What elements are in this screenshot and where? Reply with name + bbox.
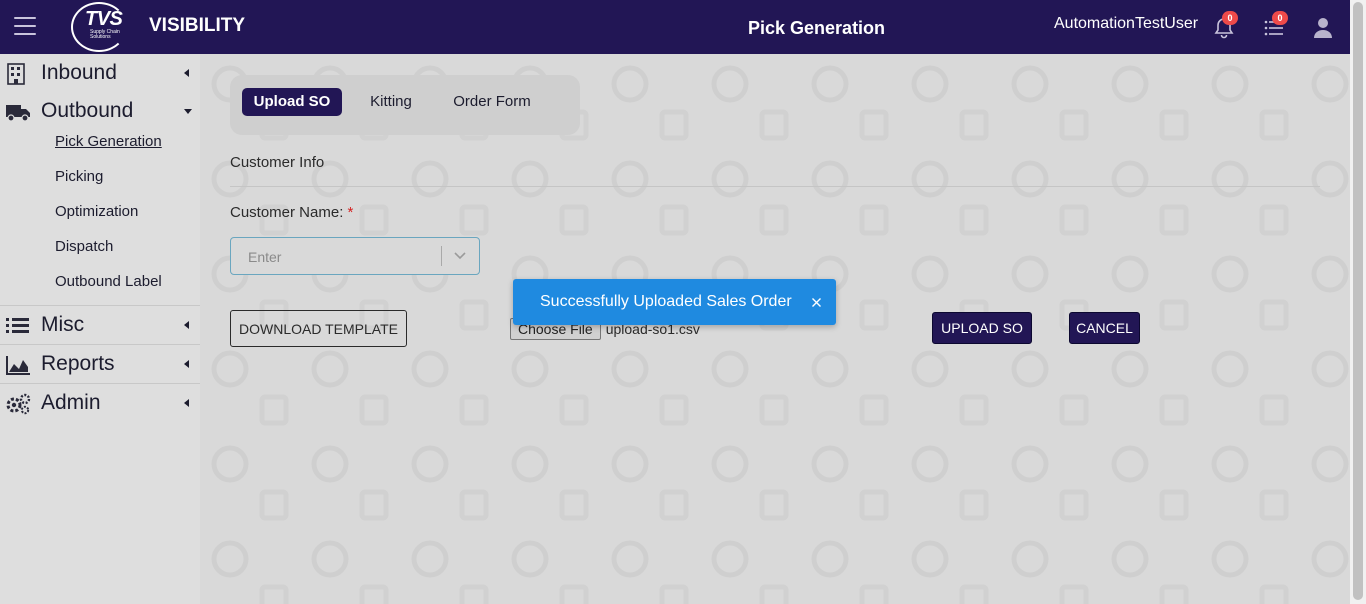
sidebar-group-label: Reports bbox=[41, 352, 115, 375]
sidebar-group-reports[interactable]: Reports bbox=[0, 345, 200, 383]
logo-subtext: Supply Chain Solutions bbox=[90, 29, 120, 40]
hamburger-menu-icon[interactable] bbox=[14, 17, 36, 35]
tab-upload-so[interactable]: Upload SO bbox=[242, 88, 342, 116]
logo-text: TVS bbox=[85, 8, 123, 30]
sidebar-item-optimization[interactable]: Optimization bbox=[0, 200, 200, 235]
tab-order-form[interactable]: Order Form bbox=[442, 88, 542, 116]
caret-left-icon bbox=[184, 69, 189, 77]
sidebar-group-outbound[interactable]: Outbound bbox=[0, 92, 200, 130]
outbound-submenu: Pick Generation Picking Optimization Dis… bbox=[0, 130, 200, 305]
caret-down-icon bbox=[184, 109, 192, 114]
customer-name-label-text: Customer Name: bbox=[230, 204, 344, 221]
sidebar-group-label: Misc bbox=[41, 313, 85, 336]
required-asterisk: * bbox=[347, 204, 354, 221]
customer-name-select[interactable]: Enter bbox=[230, 237, 480, 275]
sidebar-group-label: Outbound bbox=[41, 99, 134, 122]
download-template-button[interactable]: DOWNLOAD TEMPLATE bbox=[230, 310, 407, 347]
sidebar-item-dispatch[interactable]: Dispatch bbox=[0, 235, 200, 270]
sidebar-item-picking[interactable]: Picking bbox=[0, 165, 200, 200]
upload-so-button[interactable]: UPLOAD SO bbox=[932, 312, 1032, 344]
caret-left-icon bbox=[184, 321, 189, 329]
sidebar-group-label: Admin bbox=[41, 391, 101, 414]
caret-left-icon bbox=[184, 360, 189, 368]
page-title: Pick Generation bbox=[748, 18, 886, 38]
caret-left-icon bbox=[184, 399, 189, 407]
vertical-scrollbar[interactable] bbox=[1350, 0, 1366, 604]
section-title: Customer Info bbox=[230, 154, 325, 171]
tab-kitting[interactable]: Kitting bbox=[356, 88, 426, 116]
customer-name-placeholder: Enter bbox=[248, 249, 282, 265]
toast-message: Successfully Uploaded Sales Order bbox=[540, 293, 792, 310]
sidebar-item-outbound-label[interactable]: Outbound Label bbox=[0, 270, 200, 305]
success-toast: Successfully Uploaded Sales Order bbox=[513, 279, 836, 325]
building-icon bbox=[7, 63, 25, 85]
scrollbar-thumb[interactable] bbox=[1353, 2, 1363, 600]
username[interactable]: AutomationTestUser bbox=[1054, 15, 1198, 33]
user-icon bbox=[1314, 18, 1332, 38]
sidebar-item-pick-generation[interactable]: Pick Generation bbox=[0, 130, 200, 165]
sidebar-group-misc[interactable]: Misc bbox=[0, 306, 200, 344]
area-chart-icon bbox=[6, 356, 30, 375]
select-divider bbox=[441, 246, 442, 266]
chevron-down-icon[interactable] bbox=[453, 248, 467, 262]
tasks-button[interactable]: 0 bbox=[1262, 11, 1288, 40]
gears-icon bbox=[6, 393, 31, 415]
sidebar: Inbound Outbound Pick Generation Picking… bbox=[0, 54, 200, 604]
sidebar-group-admin[interactable]: Admin bbox=[0, 384, 200, 422]
tasks-badge: 0 bbox=[1272, 11, 1288, 25]
cancel-button[interactable]: CANCEL bbox=[1069, 312, 1140, 344]
close-icon[interactable] bbox=[811, 297, 822, 308]
top-header: TVS Supply Chain Solutions VISIBILITY Pi… bbox=[0, 0, 1350, 54]
sidebar-group-inbound[interactable]: Inbound bbox=[0, 54, 200, 92]
section-divider bbox=[230, 186, 1320, 187]
notifications-button[interactable]: 0 bbox=[1212, 11, 1238, 40]
list-icon bbox=[6, 318, 29, 333]
app-name: VISIBILITY bbox=[149, 15, 246, 36]
user-profile-button[interactable] bbox=[1312, 14, 1338, 40]
notifications-badge: 0 bbox=[1222, 11, 1238, 25]
truck-icon bbox=[6, 105, 30, 122]
sidebar-group-label: Inbound bbox=[41, 61, 117, 84]
customer-name-label: Customer Name: * bbox=[230, 204, 353, 221]
tab-bar: Upload SO Kitting Order Form bbox=[230, 75, 580, 135]
main-content: Upload SO Kitting Order Form Customer In… bbox=[200, 54, 1350, 604]
